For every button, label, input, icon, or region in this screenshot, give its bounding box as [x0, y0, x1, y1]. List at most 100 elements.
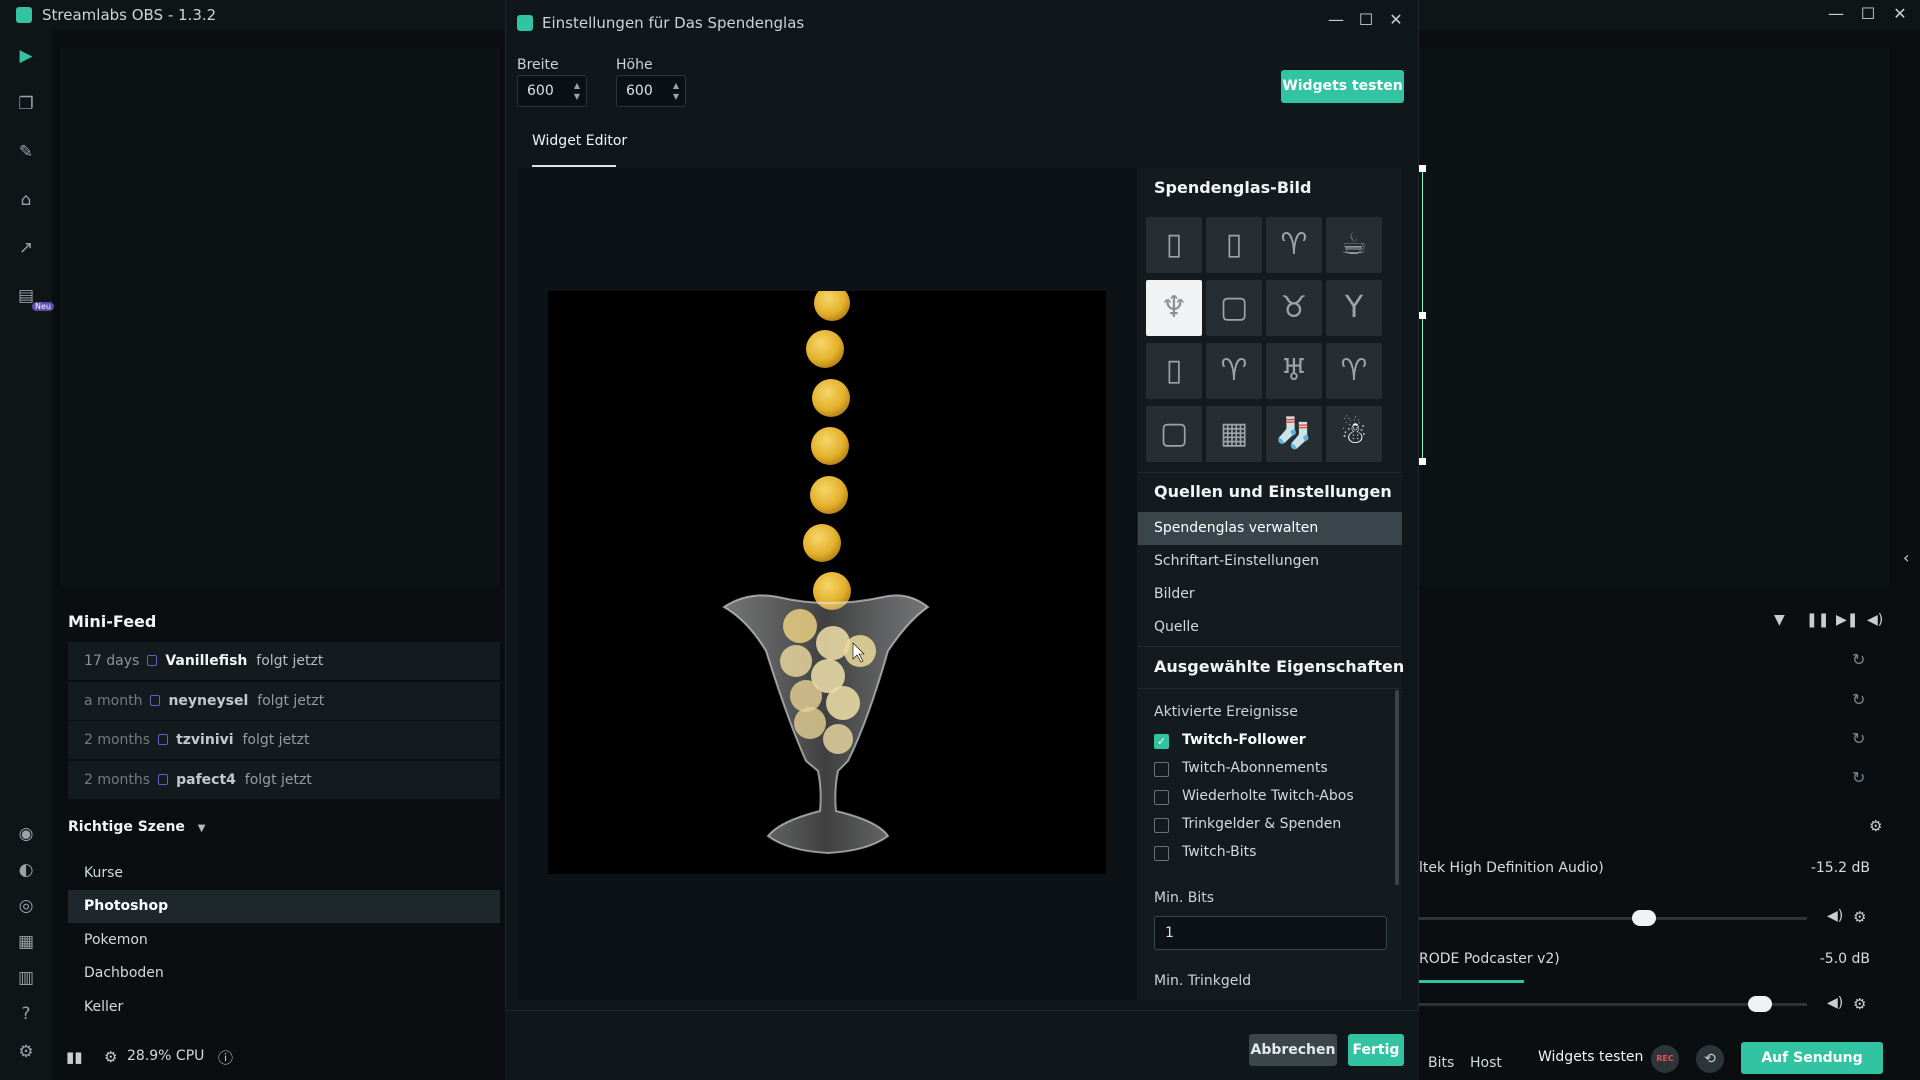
scene-item-selected[interactable]: Photoshop — [68, 890, 500, 923]
mute-icon[interactable]: ◀) — [1827, 995, 1843, 1011]
settings-scrollbar[interactable] — [1395, 690, 1399, 885]
jar-image-option[interactable]: ♅ — [1266, 343, 1322, 399]
layout-icon[interactable]: ▥ — [14, 966, 38, 990]
menu-source[interactable]: Quelle — [1138, 611, 1402, 644]
brandy-glass-icon: ♉ — [1280, 290, 1308, 325]
jar-image-option[interactable]: ♉ — [1266, 280, 1322, 336]
bits-label[interactable]: Bits — [1428, 1055, 1454, 1071]
volume-slider-knob[interactable] — [1632, 910, 1657, 926]
replay-icon[interactable]: ↻ — [1852, 729, 1865, 748]
info-icon[interactable]: ⓘ — [218, 1047, 233, 1068]
tab-widget-editor[interactable]: Widget Editor — [532, 133, 627, 149]
jar-image-option[interactable]: ▦ — [1206, 406, 1262, 462]
dialog-maximize-icon[interactable]: ☐ — [1354, 10, 1378, 29]
checkbox-twitch-subs[interactable] — [1154, 762, 1169, 777]
checkbox-twitch-resubs[interactable] — [1154, 790, 1169, 805]
replay-icon[interactable]: ↻ — [1852, 768, 1865, 787]
height-input[interactable]: 600 ▲ ▼ — [616, 75, 686, 107]
goblet-icon: ♈ — [1220, 353, 1248, 388]
host-label[interactable]: Host — [1470, 1055, 1502, 1071]
resize-handle[interactable] — [1419, 458, 1426, 465]
replay-buffer-icon[interactable]: ⟲ — [1696, 1045, 1724, 1073]
mute-icon[interactable]: ◀) — [1827, 908, 1843, 924]
library-icon[interactable]: ❐ — [14, 92, 38, 116]
volume-slider-knob[interactable] — [1748, 996, 1773, 1012]
checkbox-twitch-bits[interactable] — [1154, 846, 1169, 861]
stats-bar-chart-icon[interactable]: ▮▮ — [66, 1048, 83, 1066]
feed-item[interactable]: a month neyneysel folgt jetzt — [68, 682, 500, 720]
stream-preview-right — [1419, 48, 1889, 586]
maximize-icon[interactable]: ☐ — [1856, 4, 1880, 23]
apps-grid-icon[interactable]: ▦ — [14, 930, 38, 954]
jar-image-option[interactable]: ▯ — [1146, 217, 1202, 273]
filter-icon[interactable]: ▼ — [1774, 612, 1785, 628]
menu-manage-jar[interactable]: Spendenglas verwalten — [1138, 512, 1402, 545]
streamlabs-logo-icon — [517, 15, 533, 31]
feed-item[interactable]: 17 days Vanillefish folgt jetzt — [68, 642, 500, 680]
dialog-close-icon[interactable]: ✕ — [1384, 10, 1408, 29]
prime-icon[interactable]: ◉ — [14, 822, 38, 846]
feed-item[interactable]: 2 months tzvinivi folgt jetzt — [68, 721, 500, 759]
jar-image-option[interactable]: ☕ — [1326, 217, 1382, 273]
go-live-button[interactable]: Auf Sendung gehen — [1741, 1042, 1883, 1074]
studio-camera-icon[interactable]: ▶ — [14, 44, 38, 68]
min-bits-input[interactable]: 1 — [1154, 916, 1387, 950]
replay-icon[interactable]: ↻ — [1852, 690, 1865, 709]
audio-settings-icon[interactable]: ⚙ — [1853, 908, 1866, 926]
tall-glass-icon: ▯ — [1225, 227, 1243, 262]
skip-icon[interactable]: ▶❚ — [1836, 612, 1859, 628]
record-button[interactable]: REC — [1651, 1045, 1679, 1073]
spinner-arrows-icon[interactable]: ▲ ▼ — [673, 80, 679, 102]
twitch-icon — [158, 734, 169, 745]
done-button[interactable]: Fertig — [1348, 1034, 1404, 1066]
resize-handle[interactable] — [1419, 312, 1426, 319]
scene-item[interactable]: Dachboden — [68, 957, 500, 990]
checkbox-tips-donations[interactable] — [1154, 818, 1169, 833]
scene-item[interactable]: Keller — [68, 991, 500, 1024]
jar-image-option[interactable]: ♈ — [1206, 343, 1262, 399]
jar-image-option[interactable]: ▢ — [1206, 280, 1262, 336]
chevron-left-icon[interactable]: ‹ — [1903, 548, 1909, 567]
jar-image-option[interactable]: ♆ — [1146, 280, 1202, 336]
martini-glass-icon: Y — [1344, 290, 1364, 325]
minimize-icon[interactable]: — — [1824, 4, 1848, 23]
menu-font-settings[interactable]: Schriftart-Einstellungen — [1138, 545, 1402, 578]
width-input[interactable]: 600 ▲ ▼ — [517, 75, 587, 107]
audio-settings-icon[interactable]: ⚙ — [1853, 995, 1866, 1013]
scene-item[interactable]: Kurse — [68, 857, 500, 890]
pause-icon[interactable]: ❚❚ — [1806, 612, 1829, 628]
help-icon[interactable]: ? — [14, 1002, 38, 1026]
replay-icon[interactable]: ↻ — [1852, 650, 1865, 669]
chat-icon[interactable]: ◎ — [14, 894, 38, 918]
scene-item[interactable]: Pokemon — [68, 924, 500, 957]
jar-image-option[interactable]: ♈ — [1326, 343, 1382, 399]
scene-collection-dropdown[interactable]: Richtige Szene ▼ — [68, 819, 206, 835]
jar-image-option[interactable]: Y — [1326, 280, 1382, 336]
menu-images[interactable]: Bilder — [1138, 578, 1402, 611]
resize-handle[interactable] — [1419, 165, 1426, 172]
themes-icon[interactable]: ✎ — [14, 140, 38, 164]
spinner-arrows-icon[interactable]: ▲ ▼ — [574, 80, 580, 102]
volume-slider-track[interactable] — [1419, 917, 1807, 920]
settings-gear-icon[interactable]: ⚙ — [14, 1040, 38, 1064]
volume-icon[interactable]: ◀) — [1867, 612, 1883, 628]
jar-image-option[interactable]: 🧦 — [1266, 406, 1322, 462]
store-icon[interactable]: ⌂ — [14, 188, 38, 212]
dialog-minimize-icon[interactable]: — — [1324, 10, 1348, 29]
cancel-button[interactable]: Abbrechen — [1249, 1034, 1337, 1066]
jar-image-option[interactable]: ♈ — [1266, 217, 1322, 273]
checkbox-twitch-follower[interactable]: ✓ — [1154, 734, 1169, 749]
jar-image-option[interactable]: ▯ — [1146, 343, 1202, 399]
dashboard-chart-icon[interactable]: ↗ — [14, 236, 38, 260]
test-widgets-button[interactable]: Widgets testen — [1281, 70, 1404, 103]
jar-image-option[interactable]: ▢ — [1146, 406, 1202, 462]
close-icon[interactable]: ✕ — [1888, 4, 1912, 23]
app-title: Streamlabs OBS - 1.3.2 — [42, 6, 217, 24]
feed-item[interactable]: 2 months pafect4 folgt jetzt — [68, 761, 500, 799]
jar-image-option[interactable]: ▯ — [1206, 217, 1262, 273]
jar-image-option[interactable]: ☃ — [1326, 406, 1382, 462]
test-widgets-link[interactable]: Widgets testen — [1538, 1049, 1643, 1065]
mixer-settings-gear-icon[interactable]: ⚙ — [1869, 817, 1882, 835]
play-circle-icon[interactable]: ◐ — [14, 858, 38, 882]
mini-feed-title: Mini-Feed — [68, 612, 157, 631]
